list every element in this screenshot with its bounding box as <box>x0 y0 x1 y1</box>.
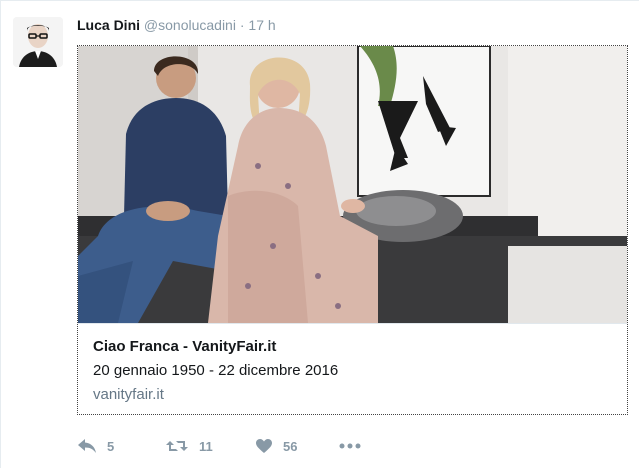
heart-icon <box>256 439 272 453</box>
card-description: 20 gennaio 1950 - 22 dicembre 2016 <box>93 362 339 379</box>
author-name[interactable]: Luca Dini <box>77 17 140 33</box>
retweet-icon <box>166 441 188 451</box>
retweet-button[interactable]: 11 <box>165 435 213 457</box>
avatar-image <box>13 17 63 67</box>
more-button[interactable] <box>339 435 361 457</box>
card-image <box>78 46 627 323</box>
like-button[interactable]: 56 <box>255 435 297 457</box>
tweet[interactable]: Luca Dini @sonolucadini · 17 h Ciao Fran… <box>0 0 639 468</box>
card-title[interactable]: Ciao Franca - VanityFair.it <box>93 338 276 355</box>
retweet-count: 11 <box>199 438 213 454</box>
reply-button[interactable]: 5 <box>77 435 114 457</box>
tweet-header: Luca Dini @sonolucadini · 17 h <box>77 16 276 34</box>
more-dots-icon <box>339 443 361 449</box>
card-body: Ciao Franca - VanityFair.it 20 gennaio 1… <box>78 323 627 414</box>
avatar[interactable] <box>13 17 63 67</box>
reply-icon <box>78 439 96 453</box>
link-card[interactable]: Ciao Franca - VanityFair.it 20 gennaio 1… <box>77 45 628 415</box>
author-handle[interactable]: @sonolucadini <box>144 17 236 33</box>
reply-count: 5 <box>107 438 115 454</box>
like-count: 56 <box>283 438 298 454</box>
timestamp[interactable]: 17 h <box>248 17 275 33</box>
separator-dot: · <box>239 17 245 33</box>
card-photo <box>78 46 627 323</box>
card-domain[interactable]: vanityfair.it <box>93 386 164 403</box>
